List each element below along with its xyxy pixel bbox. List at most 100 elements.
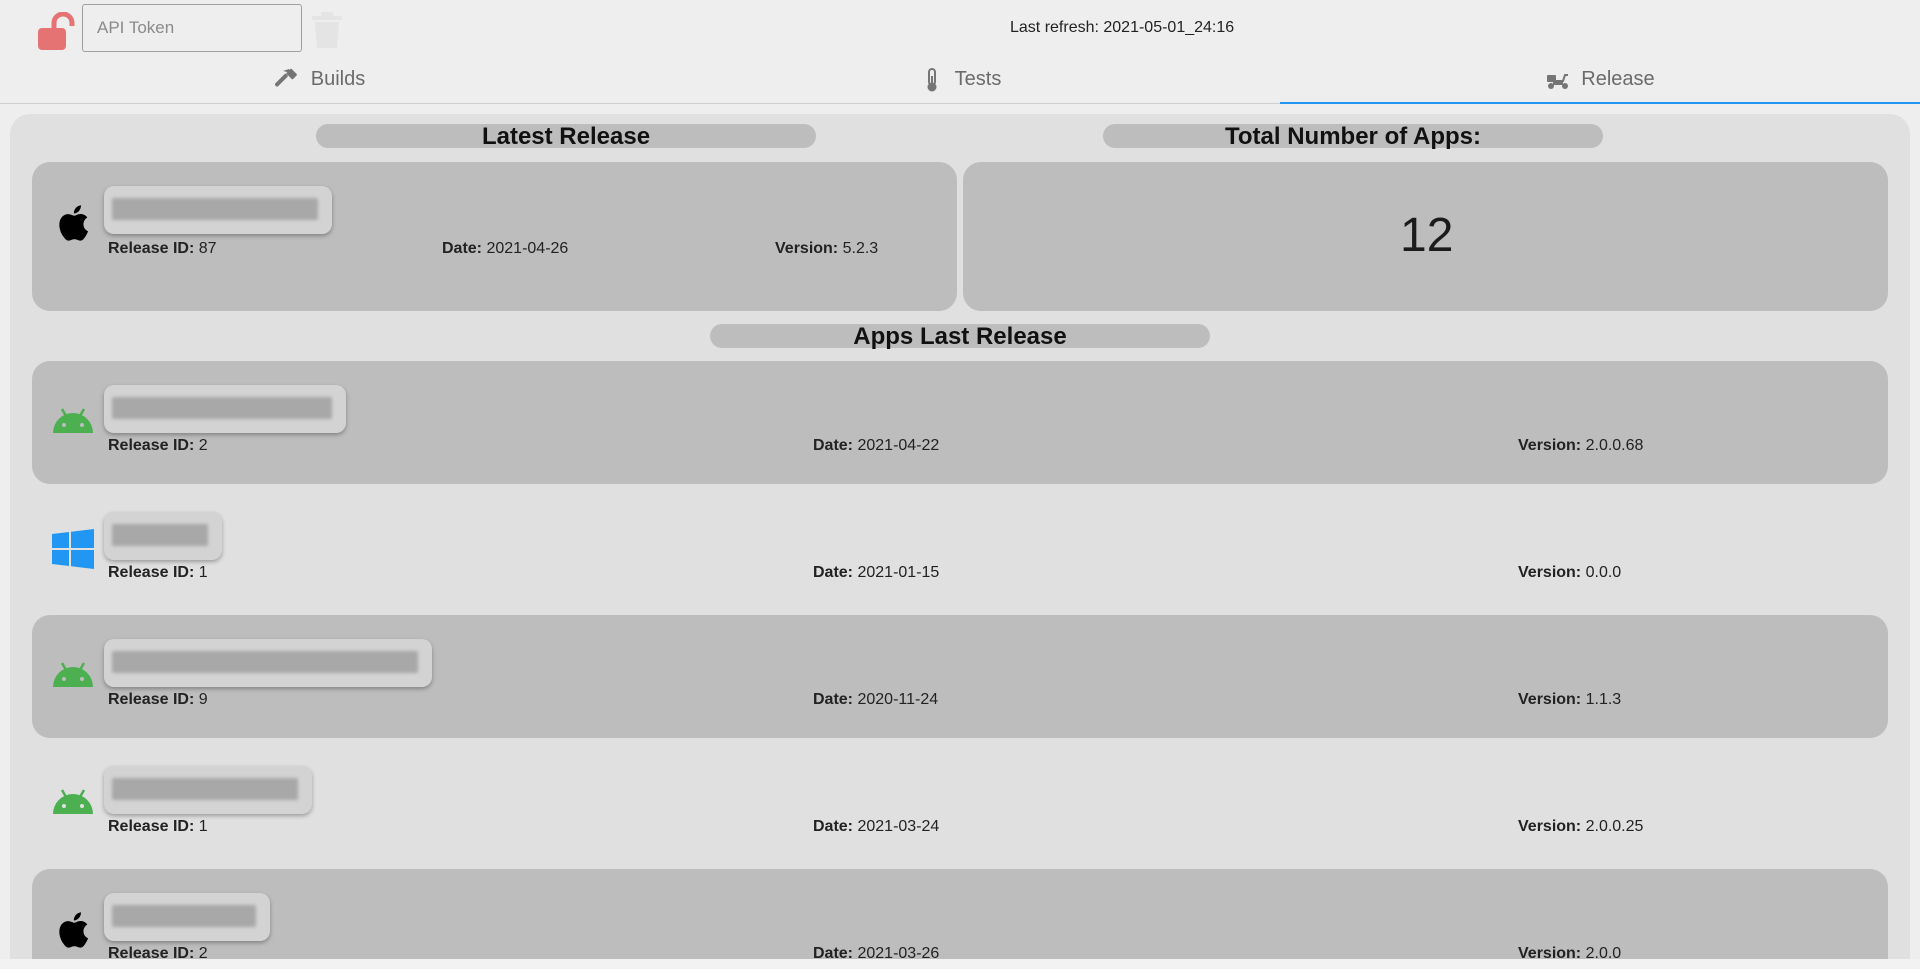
date-label: Date: bbox=[813, 945, 854, 959]
date-label: Date: bbox=[813, 818, 854, 835]
tab-tests-label: Tests bbox=[954, 68, 1002, 90]
top-bar: Last refresh: 2021-05-01_24:16 bbox=[0, 0, 1920, 56]
bottom-strip bbox=[0, 959, 1920, 969]
redacted-app-name bbox=[112, 651, 418, 673]
apps-last-release-title: Apps Last Release bbox=[710, 324, 1210, 350]
release-id-label: Release ID: bbox=[108, 818, 195, 835]
version-label: Version: bbox=[775, 240, 839, 257]
windows-icon bbox=[52, 529, 94, 569]
date-value: 2020-11-24 bbox=[857, 691, 939, 708]
app-release-row[interactable]: Release ID: 2 Date: 2021-04-22 Version: … bbox=[32, 361, 1888, 484]
date-label: Date: bbox=[813, 564, 854, 581]
release-id-label: Release ID: bbox=[108, 240, 195, 257]
latest-release-title: Latest Release bbox=[316, 124, 816, 150]
redacted-app-name bbox=[112, 397, 332, 419]
version-field: Version: 2.0.0 bbox=[1518, 945, 1621, 959]
date-value: 2021-01-15 bbox=[857, 564, 940, 581]
date-field: Date: 2021-03-24 bbox=[813, 818, 939, 836]
date-field: Date: 2021-04-26 bbox=[442, 240, 568, 258]
hammer-icon bbox=[274, 68, 297, 87]
version-field: Version: 0.0.0 bbox=[1518, 564, 1621, 582]
total-apps-title: Total Number of Apps: bbox=[1103, 124, 1603, 150]
version-label: Version: bbox=[1518, 945, 1582, 959]
version-label: Version: bbox=[1518, 818, 1582, 835]
delivery-scooter-icon bbox=[1547, 73, 1569, 89]
date-field: Date: 2020-11-24 bbox=[813, 691, 938, 709]
tab-release[interactable]: Release bbox=[1280, 56, 1920, 104]
tab-bar: Builds Tests Release bbox=[0, 56, 1920, 104]
release-id-label: Release ID: bbox=[108, 691, 195, 708]
app-name-chip bbox=[104, 512, 222, 560]
date-label: Date: bbox=[813, 691, 854, 708]
release-id-label: Release ID: bbox=[108, 437, 195, 454]
tab-release-label: Release bbox=[1581, 68, 1655, 90]
redacted-app-name bbox=[112, 524, 208, 546]
version-value: 0.0.0 bbox=[1585, 564, 1622, 581]
app-release-row[interactable]: Release ID: 9 Date: 2020-11-24 Version: … bbox=[32, 615, 1888, 738]
version-value: 1.1.3 bbox=[1585, 691, 1622, 708]
release-id-value: 2 bbox=[198, 945, 208, 959]
total-apps-card: 12 bbox=[963, 162, 1888, 311]
latest-release-card[interactable]: Release ID: 87 Date: 2021-04-26 Version:… bbox=[32, 162, 957, 311]
release-id-field: Release ID: 1 bbox=[108, 564, 208, 582]
trash-icon[interactable] bbox=[310, 12, 344, 48]
version-field: Version: 2.0.0.68 bbox=[1518, 437, 1643, 455]
date-value: 2021-04-22 bbox=[857, 437, 940, 454]
release-id-value: 2 bbox=[198, 437, 208, 454]
date-field: Date: 2021-04-22 bbox=[813, 437, 939, 455]
release-id-field: Release ID: 9 bbox=[108, 691, 208, 709]
release-id-value: 1 bbox=[198, 818, 208, 835]
tab-builds[interactable]: Builds bbox=[0, 56, 640, 103]
release-id-label: Release ID: bbox=[108, 945, 195, 959]
date-value: 2021-04-26 bbox=[486, 240, 569, 257]
release-id-value: 9 bbox=[198, 691, 208, 708]
redacted-app-name bbox=[112, 198, 318, 220]
version-label: Version: bbox=[1518, 691, 1582, 708]
unlocked-lock-icon[interactable] bbox=[36, 12, 80, 52]
android-icon bbox=[53, 662, 93, 687]
date-field: Date: 2021-01-15 bbox=[813, 564, 939, 582]
date-field: Date: 2021-03-26 bbox=[813, 945, 939, 959]
thermometer-icon bbox=[927, 67, 937, 91]
date-label: Date: bbox=[442, 240, 483, 257]
release-id-value: 1 bbox=[198, 564, 208, 581]
apple-icon bbox=[59, 205, 89, 241]
date-value: 2021-03-24 bbox=[857, 818, 940, 835]
android-icon bbox=[53, 789, 93, 814]
apple-icon bbox=[59, 912, 89, 948]
version-value: 2.0.0.25 bbox=[1585, 818, 1644, 835]
tab-tests[interactable]: Tests bbox=[640, 56, 1280, 103]
app-name-chip bbox=[104, 639, 432, 687]
release-id-field: Release ID: 2 bbox=[108, 945, 208, 959]
release-id-field: Release ID: 1 bbox=[108, 818, 208, 836]
app-name-chip bbox=[104, 893, 270, 941]
release-panel: Latest Release Total Number of Apps: Rel… bbox=[10, 114, 1910, 959]
last-refresh-text: Last refresh: 2021-05-01_24:16 bbox=[1010, 19, 1235, 36]
app-name-chip bbox=[104, 186, 332, 234]
tab-builds-label: Builds bbox=[310, 68, 366, 90]
app-name-chip bbox=[104, 766, 312, 814]
redacted-app-name bbox=[112, 778, 298, 800]
date-label: Date: bbox=[813, 437, 854, 454]
api-token-input[interactable] bbox=[82, 4, 302, 52]
redacted-app-name bbox=[112, 905, 256, 927]
version-field: Version: 2.0.0.25 bbox=[1518, 818, 1643, 836]
release-id-field: Release ID: 2 bbox=[108, 437, 208, 455]
release-id-field: Release ID: 87 bbox=[108, 240, 217, 258]
version-label: Version: bbox=[1518, 437, 1582, 454]
release-id-value: 87 bbox=[198, 240, 217, 257]
app-release-row[interactable]: Release ID: 1 Date: 2021-01-15 Version: … bbox=[32, 488, 1888, 611]
app-release-row[interactable]: Release ID: 2 Date: 2021-03-26 Version: … bbox=[32, 869, 1888, 959]
version-field: Version: 1.1.3 bbox=[1518, 691, 1621, 709]
version-value: 2.0.0 bbox=[1585, 945, 1622, 959]
date-value: 2021-03-26 bbox=[857, 945, 940, 959]
app-release-row[interactable]: Release ID: 1 Date: 2021-03-24 Version: … bbox=[32, 742, 1888, 865]
version-value: 2.0.0.68 bbox=[1585, 437, 1644, 454]
version-field: Version: 5.2.3 bbox=[775, 240, 878, 258]
release-id-label: Release ID: bbox=[108, 564, 195, 581]
version-label: Version: bbox=[1518, 564, 1582, 581]
total-apps-count: 12 bbox=[1400, 209, 1454, 262]
version-value: 5.2.3 bbox=[842, 240, 879, 257]
app-name-chip bbox=[104, 385, 346, 433]
android-icon bbox=[53, 408, 93, 433]
